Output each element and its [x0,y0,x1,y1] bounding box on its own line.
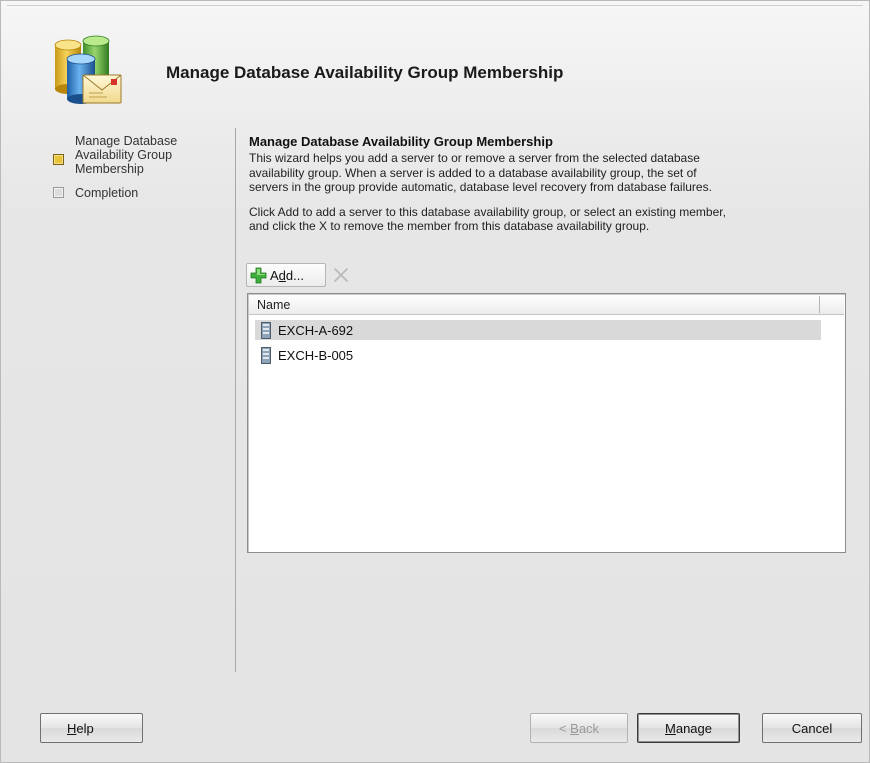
back-label: ack [578,720,600,736]
member-list[interactable]: Name EXCH-A-692 EXCH-B-005 [247,293,846,553]
help-mnemonic: H [67,720,77,736]
back-button[interactable]: < Back [530,713,628,743]
current-step-icon [53,154,64,165]
description-line: This wizard helps you add a server to or… [249,151,700,165]
manage-label: anage [675,720,712,736]
description: This wizard helps you add a server to or… [249,151,841,195]
add-label-suffix: d... [285,267,304,283]
add-label-mnemonic: d [278,267,286,283]
vertical-divider [235,128,236,672]
wizard-title: Manage Database Availability Group Membe… [166,63,564,82]
manage-button[interactable]: Manage [637,713,740,743]
back-prefix: < [558,720,571,736]
step-label-line: Completion [75,186,139,200]
top-edge [7,5,863,6]
cancel-button[interactable]: Cancel [762,713,862,743]
description-line: servers in the group provide automatic, … [249,180,712,194]
step-label-line: Availability Group [75,148,173,162]
content-panel: Manage Database Availability Group Membe… [249,134,841,234]
list-row[interactable]: EXCH-A-692 [255,320,821,340]
help-label: elp [76,720,94,736]
step-label-line: Manage Database [75,134,178,148]
back-mnemonic: B [570,720,579,736]
instruction-line: Click Add to add a server to this databa… [249,204,726,219]
wizard-window: Manage Database Availability Group Membe… [0,0,870,763]
add-label-prefix: A [270,267,279,283]
help-button[interactable]: Help [40,713,143,743]
green-plus-icon [250,267,267,283]
add-button[interactable]: Add... [246,263,326,287]
step-label-line: Membership [75,162,144,176]
add-button-label: Add... [270,268,304,283]
database-envelope-icon [54,35,122,104]
remove-x-icon[interactable] [332,266,350,284]
server-icon [261,346,271,364]
manage-mnemonic: M [665,720,676,736]
server-name: EXCH-A-692 [278,322,354,338]
column-header-name[interactable]: Name [257,298,290,312]
step-manage-membership: Manage Database Availability Group Membe… [41,134,231,176]
column-separator[interactable] [819,296,820,313]
server-icon [261,321,271,339]
step-list: Manage Database Availability Group Membe… [41,134,231,200]
instructions: Click Add to add a server to this databa… [249,205,841,234]
step-completion: Completion [41,186,231,200]
description-line: availability group. When a server is add… [249,165,697,180]
content-title: Manage Database Availability Group Membe… [249,134,553,149]
list-row[interactable]: EXCH-B-005 [255,345,821,365]
list-header: Name [249,295,844,315]
server-name: EXCH-B-005 [278,347,354,363]
instruction-line: and click the X to remove the member fro… [249,219,650,233]
pending-step-icon [53,187,64,198]
